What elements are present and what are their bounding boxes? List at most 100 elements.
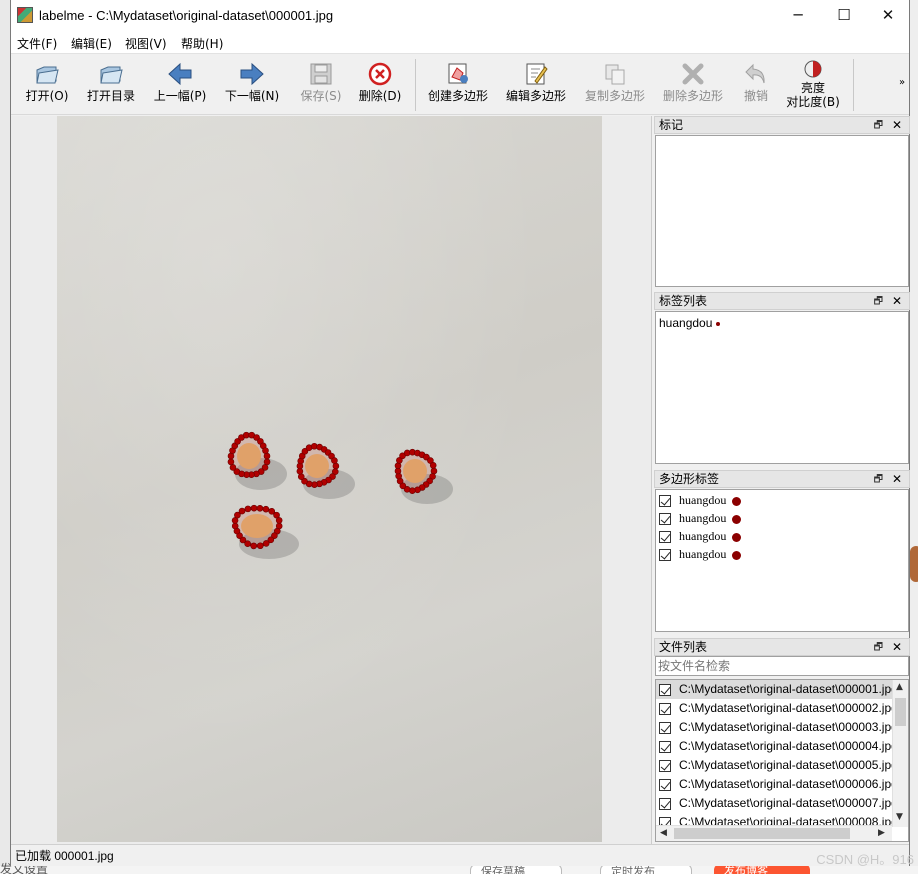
copy-polygon-button[interactable]: 复制多边形: [583, 59, 647, 113]
polygon-visibility-checkbox[interactable]: [659, 531, 671, 544]
canvas-area[interactable]: [11, 116, 652, 844]
undo-icon: [743, 61, 769, 87]
polygon-vertex[interactable]: [394, 462, 402, 470]
label-color-dot: [716, 321, 721, 326]
polygon-shape[interactable]: [296, 442, 355, 499]
polygon-label-item[interactable]: huangdou: [656, 527, 908, 545]
create-polygon-button[interactable]: 创建多边形: [425, 59, 491, 113]
close-button[interactable]: ✕: [865, 0, 911, 30]
polygon-vertex[interactable]: [227, 452, 235, 460]
brightness-contrast-icon: [800, 59, 826, 79]
file-list-item[interactable]: C:\Mydataset\original-dataset\000007.jpg: [656, 794, 892, 813]
polygon-shape[interactable]: [231, 504, 299, 559]
title-bar: labelme - C:\Mydataset\original-dataset\…: [11, 0, 909, 30]
save-button[interactable]: 保存(S): [297, 59, 345, 113]
menu-help[interactable]: 帮助(H): [181, 35, 223, 52]
polygon-vertex[interactable]: [250, 542, 257, 550]
background-avatar: [910, 546, 918, 582]
polygon-vertex[interactable]: [238, 507, 246, 515]
next-image-button[interactable]: 下一幅(N): [223, 59, 281, 113]
copy-polygon-icon: [602, 61, 628, 87]
scroll-up-icon[interactable]: ▲: [896, 682, 903, 692]
file-list-vertical-scrollbar[interactable]: ▲ ▼: [892, 680, 908, 827]
edit-polygon-button[interactable]: 编辑多边形: [503, 59, 569, 113]
file-list-item[interactable]: C:\Mydataset\original-dataset\000001.jpg: [656, 680, 892, 699]
file-list-item[interactable]: C:\Mydataset\original-dataset\000003.jpg: [656, 718, 892, 737]
polygon-overlay[interactable]: [57, 116, 602, 842]
status-bar: 已加载 000001.jpg: [11, 844, 909, 866]
polygon-vertex[interactable]: [227, 458, 235, 466]
polygon-vertex[interactable]: [256, 504, 264, 512]
polygon-vertex[interactable]: [242, 431, 250, 439]
polygon-shape[interactable]: [227, 431, 287, 490]
window-title: labelme - C:\Mydataset\original-dataset\…: [39, 8, 334, 23]
create-polygon-icon: [445, 61, 471, 87]
polygon-visibility-checkbox[interactable]: [659, 549, 671, 562]
menu-edit[interactable]: 编辑(E): [71, 35, 112, 52]
delete-polygon-button[interactable]: 删除多边形: [661, 59, 725, 113]
polygon-label-item[interactable]: huangdou: [656, 509, 908, 527]
open-directory-icon: [98, 61, 124, 87]
polygon-visibility-checkbox[interactable]: [659, 495, 671, 508]
menu-file[interactable]: 文件(F): [17, 35, 57, 52]
toolbar: 打开(O) 打开目录 上一幅(P) 下一幅(N) 保存(S) 删除(D) 创建多…: [11, 55, 909, 115]
polygon-vertex[interactable]: [231, 522, 239, 530]
label-list: huangdou: [655, 311, 909, 464]
float-icon[interactable]: 🗗: [874, 472, 883, 488]
scroll-right-icon[interactable]: ▶: [878, 828, 885, 838]
scroll-thumb[interactable]: [895, 698, 906, 726]
scroll-left-icon[interactable]: ◀: [660, 828, 667, 838]
polygon-vertex[interactable]: [262, 447, 269, 454]
polygon-vertex[interactable]: [244, 505, 252, 513]
polygon-vertex[interactable]: [275, 517, 283, 524]
close-icon[interactable]: ✕: [892, 117, 902, 133]
previous-image-button[interactable]: 上一幅(P): [151, 59, 209, 113]
file-list-dock-title: 文件列表 🗗 ✕: [654, 638, 910, 656]
flags-list: [655, 135, 909, 287]
polygon-labels-dock: 多边形标签 🗗 ✕ huangdou huangdou huangdou hua…: [654, 470, 910, 634]
minimize-button[interactable]: ─: [775, 0, 821, 30]
polygon-color-dot: [732, 550, 742, 560]
flags-dock: 标记 🗗 ✕: [654, 116, 910, 288]
polygon-vertex[interactable]: [229, 464, 237, 471]
close-icon[interactable]: ✕: [892, 293, 902, 309]
float-icon[interactable]: 🗗: [874, 294, 883, 310]
polygon-vertex[interactable]: [256, 542, 264, 550]
file-list-item[interactable]: C:\Mydataset\original-dataset\000002.jpg: [656, 699, 892, 718]
polygon-vertex[interactable]: [430, 467, 438, 475]
polygon-vertex[interactable]: [262, 505, 270, 513]
open-button[interactable]: 打开(O): [21, 59, 73, 113]
scroll-thumb-horizontal[interactable]: [674, 828, 850, 839]
float-icon[interactable]: 🗗: [874, 640, 883, 656]
close-icon[interactable]: ✕: [892, 471, 902, 487]
brightness-contrast-button[interactable]: 亮度 对比度(B): [781, 59, 845, 113]
open-directory-button[interactable]: 打开目录: [83, 59, 139, 113]
delete-file-button[interactable]: 删除(D): [357, 59, 403, 113]
close-icon[interactable]: ✕: [892, 639, 902, 655]
label-list-item[interactable]: huangdou: [656, 314, 908, 332]
polygon-label-item[interactable]: huangdou: [656, 491, 908, 509]
polygon-vertex[interactable]: [331, 457, 338, 464]
polygon-label-item[interactable]: huangdou: [656, 545, 908, 563]
maximize-button[interactable]: ☐: [821, 0, 867, 30]
polygon-visibility-checkbox[interactable]: [659, 513, 671, 526]
file-list-item[interactable]: C:\Mydataset\original-dataset\000006.jpg: [656, 775, 892, 794]
polygon-vertex[interactable]: [332, 462, 340, 470]
polygon-vertex[interactable]: [262, 540, 270, 547]
undo-button[interactable]: 撤销: [735, 59, 777, 113]
file-list-item[interactable]: C:\Mydataset\original-dataset\000005.jpg: [656, 756, 892, 775]
scroll-down-icon[interactable]: ▼: [896, 812, 903, 822]
polygon-vertex[interactable]: [263, 452, 271, 460]
polygon-vertex[interactable]: [250, 504, 258, 512]
polygon-vertex[interactable]: [263, 458, 271, 466]
polygon-vertex[interactable]: [429, 462, 437, 469]
file-list-dock: 文件列表 🗗 ✕ C:\Mydataset\original-dataset\0…: [654, 638, 910, 844]
file-list-horizontal-scrollbar[interactable]: ◀ ▶: [656, 825, 892, 841]
file-search-input[interactable]: [655, 656, 909, 676]
polygon-vertex[interactable]: [297, 473, 305, 480]
menu-view[interactable]: 视图(V): [125, 35, 167, 52]
polygon-shape[interactable]: [394, 448, 453, 504]
file-list-item[interactable]: C:\Mydataset\original-dataset\000004.jpg: [656, 737, 892, 756]
annotated-image[interactable]: [57, 116, 602, 842]
float-icon[interactable]: 🗗: [874, 118, 883, 134]
